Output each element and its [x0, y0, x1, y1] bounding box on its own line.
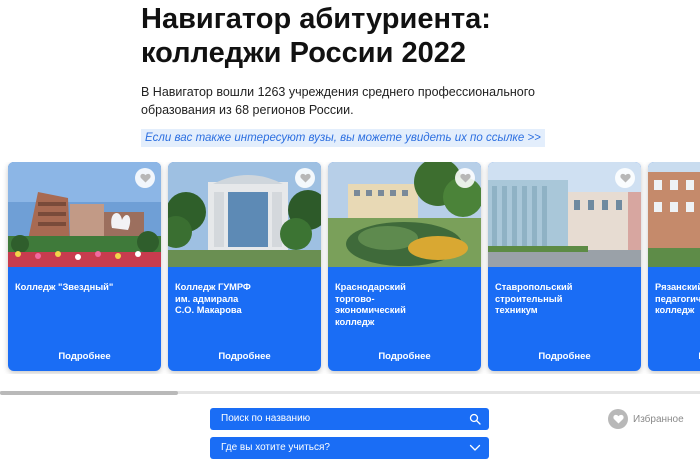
favorites-label: Избранное [633, 413, 684, 425]
search-icon [469, 413, 481, 425]
college-card[interactable]: Колледж ГУМРФ им. адмирала С.О. Макарова… [168, 162, 321, 371]
search-placeholder: Поиск по названию [221, 413, 311, 424]
more-button[interactable]: Подробнее [648, 351, 700, 362]
heart-icon [459, 173, 471, 183]
region-select-label: Где вы хотите учиться? [221, 442, 330, 453]
college-name: Колледж ГУМРФ им. адмирала С.О. Макарова [175, 282, 251, 315]
college-name: Краснодарский торгово- экономический кол… [335, 282, 406, 327]
heart-icon [299, 173, 311, 183]
college-name: Ставропольский строительный техникум [495, 282, 573, 315]
college-name: Колледж "Звездный" [15, 282, 114, 292]
title-line-2: колледжи России 2022 [141, 37, 467, 69]
college-card[interactable]: Краснодарский торгово- экономический кол… [328, 162, 481, 371]
intro-line-1: В Навигатор вошли 1263 учреждения средне… [141, 85, 535, 99]
college-card[interactable]: Ставропольский строительный техникум Под… [488, 162, 641, 371]
college-card[interactable]: Рязанский педагогический колледж Подробн… [648, 162, 700, 371]
heart-icon [139, 173, 151, 183]
search-by-name-input[interactable]: Поиск по названию [210, 408, 489, 430]
college-photo [648, 162, 700, 267]
college-card[interactable]: Колледж "Звездный" Подробнее [8, 162, 161, 371]
intro-line-2: образования из 68 регионов России. [141, 103, 354, 117]
universities-link[interactable]: Если вас также интересуют вузы, вы может… [141, 129, 545, 147]
favorites-link[interactable]: Избранное [608, 409, 684, 429]
more-button[interactable]: Подробнее [8, 351, 161, 362]
carousel-scroll-thumb[interactable] [0, 391, 178, 395]
region-select[interactable]: Где вы хотите учиться? [210, 437, 489, 459]
college-name: Рязанский педагогический колледж [655, 282, 700, 315]
intro-text: В Навигатор вошли 1263 учреждения средне… [141, 83, 541, 119]
favorite-button[interactable] [615, 168, 635, 188]
favorite-button[interactable] [455, 168, 475, 188]
favorite-button[interactable] [295, 168, 315, 188]
heart-icon [619, 173, 631, 183]
chevron-down-icon [469, 444, 481, 451]
college-carousel: Колледж "Звездный" Подробнее Колледж ГУМ… [0, 162, 700, 374]
title-line-1: Навигатор абитуриента: [141, 3, 491, 35]
more-button[interactable]: Подробнее [488, 351, 641, 362]
heart-icon [612, 414, 624, 424]
favorites-icon-circle [608, 409, 628, 429]
more-button[interactable]: Подробнее [168, 351, 321, 362]
favorite-button[interactable] [135, 168, 155, 188]
more-button[interactable]: Подробнее [328, 351, 481, 362]
page-title: Навигатор абитуриента: колледжи России 2… [141, 2, 661, 70]
